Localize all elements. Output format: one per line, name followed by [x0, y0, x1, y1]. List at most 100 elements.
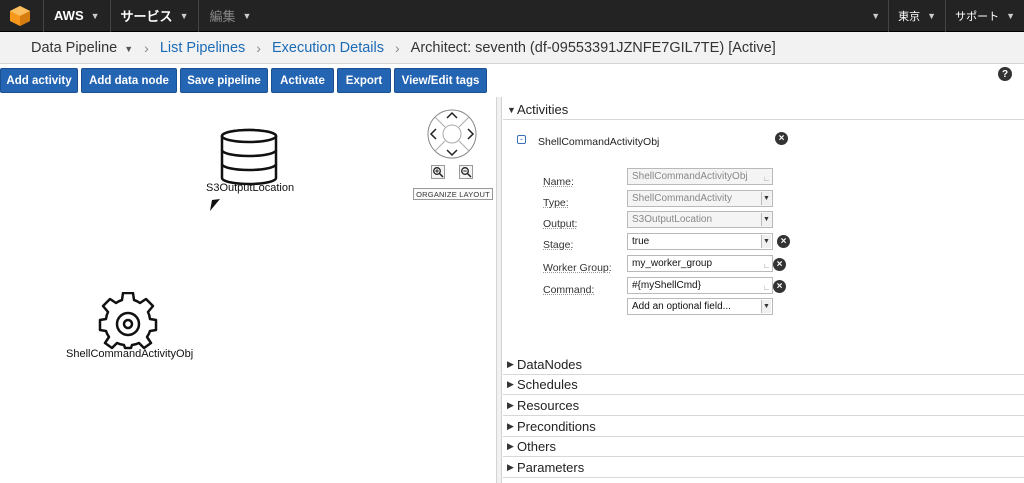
triangle-right-icon: ▶	[507, 379, 514, 389]
help-icon[interactable]: ?	[998, 67, 1012, 81]
breadcrumb-current-page: Architect: seventh (df-09553391JZNFE7GIL…	[410, 39, 776, 56]
dropdown-arrow-icon: ▼	[761, 192, 771, 205]
chevron-down-icon: ▼	[124, 43, 134, 54]
worker-group-label: Worker Group:	[543, 262, 612, 274]
activity-node-label[interactable]: ShellCommandActivityObj	[66, 348, 193, 360]
gear-icon[interactable]	[98, 292, 158, 352]
section-activities[interactable]: ▼ Activities	[503, 100, 1024, 120]
remove-command-icon[interactable]: ×	[773, 280, 786, 293]
section-datanodes-label: DataNodes	[517, 357, 583, 372]
export-button[interactable]: Export	[337, 68, 391, 93]
resize-grip-icon: ∟	[763, 263, 770, 270]
region-menu[interactable]: 東京 ▼	[888, 0, 945, 32]
breadcrumb-data-pipeline-label: Data Pipeline	[31, 39, 118, 56]
database-icon[interactable]	[219, 128, 279, 186]
type-select-value: ShellCommandActivity	[632, 193, 733, 204]
pan-navigator-icon[interactable]	[426, 108, 478, 160]
pipeline-canvas[interactable]: S3OutputLocation ORGANIZE LAYOUT ShellCo…	[0, 97, 496, 483]
worker-group-input[interactable]: my_worker_group ∟	[627, 255, 773, 272]
name-label: Name:	[543, 176, 574, 188]
dropdown-arrow-icon: ▼	[761, 213, 771, 226]
organize-layout-button[interactable]: ORGANIZE LAYOUT	[413, 188, 493, 200]
dropdown-arrow-icon: ▼	[761, 300, 771, 313]
resize-grip-icon: ∟	[763, 285, 770, 292]
view-edit-tags-button[interactable]: View/Edit tags	[394, 68, 487, 93]
section-parameters-label: Parameters	[517, 460, 585, 475]
section-others-label: Others	[517, 439, 557, 454]
chevron-down-icon: ▼	[927, 11, 937, 21]
save-pipeline-button[interactable]: Save pipeline	[180, 68, 268, 93]
worker-group-input-value: my_worker_group	[632, 258, 713, 269]
chevron-down-icon: ▼	[179, 10, 189, 21]
top-navigation-bar: AWS ▼ サービス ▼ 編集 ▼ ▼ 東京 ▼ サポート ▼	[0, 0, 1024, 32]
triangle-right-icon: ▶	[507, 421, 514, 431]
collapse-minus-icon[interactable]: -	[517, 135, 526, 144]
services-menu[interactable]: サービス ▼	[111, 0, 200, 32]
name-field: ShellCommandActivityObj ∟	[627, 168, 773, 185]
activate-button[interactable]: Activate	[271, 68, 334, 93]
aws-cube-icon[interactable]	[9, 5, 31, 27]
add-activity-button[interactable]: Add activity	[0, 68, 78, 93]
stage-select-value: true	[632, 236, 650, 247]
properties-panel: ▼ Activities - ShellCommandActivityObj ×…	[503, 97, 1024, 483]
type-select: ShellCommandActivity ▼	[627, 190, 773, 207]
services-menu-label: サービス	[120, 9, 173, 24]
breadcrumb-data-pipeline[interactable]: Data Pipeline ▼	[31, 40, 133, 56]
output-select-value: S3OutputLocation	[632, 214, 713, 225]
optional-field-select[interactable]: Add an optional field... ▼	[627, 298, 773, 315]
stage-select[interactable]: true ▼	[627, 233, 773, 250]
zoom-in-icon[interactable]	[431, 165, 445, 179]
top-nav-right: ▼ 東京 ▼ サポート ▼	[863, 0, 1024, 32]
remove-worker-group-icon[interactable]: ×	[773, 258, 786, 271]
add-data-node-button[interactable]: Add data node	[81, 68, 177, 93]
aws-menu-label: AWS	[54, 8, 84, 23]
chevron-down-icon: ▼	[871, 11, 881, 21]
section-preconditions[interactable]: ▶ Preconditions	[503, 417, 1024, 437]
optional-field-select-value: Add an optional field...	[632, 301, 731, 312]
support-menu-label: サポート	[955, 11, 1000, 23]
section-schedules[interactable]: ▶ Schedules	[503, 375, 1024, 395]
triangle-down-icon: ▼	[507, 104, 516, 115]
command-input[interactable]: #{myShellCmd} ∟	[627, 277, 773, 294]
region-menu-label: 東京	[898, 11, 921, 23]
support-menu[interactable]: サポート ▼	[945, 0, 1024, 32]
triangle-right-icon: ▶	[507, 359, 514, 369]
remove-stage-icon[interactable]: ×	[777, 235, 790, 248]
panel-splitter[interactable]	[496, 97, 502, 483]
output-label: Output:	[543, 218, 578, 230]
section-resources[interactable]: ▶ Resources	[503, 396, 1024, 416]
breadcrumb-list-pipelines[interactable]: List Pipelines	[160, 40, 245, 56]
pipeline-toolbar: Add activity Add data node Save pipeline…	[0, 68, 490, 93]
section-parameters[interactable]: ▶ Parameters	[503, 458, 1024, 478]
chevron-right-icon: ›	[394, 39, 400, 56]
cursor-arrow-icon	[210, 199, 220, 211]
breadcrumb: Data Pipeline ▼ › List Pipelines › Execut…	[0, 32, 1024, 64]
edit-menu-label: 編集	[209, 9, 236, 24]
section-preconditions-label: Preconditions	[517, 419, 596, 434]
triangle-right-icon: ▶	[507, 462, 514, 472]
triangle-right-icon: ▶	[507, 400, 514, 410]
section-datanodes[interactable]: ▶ DataNodes	[503, 355, 1024, 375]
output-select[interactable]: S3OutputLocation ▼	[627, 211, 773, 228]
resize-grip-icon: ∟	[763, 176, 770, 183]
name-field-value: ShellCommandActivityObj	[632, 171, 748, 182]
zoom-out-icon[interactable]	[459, 165, 473, 179]
account-menu[interactable]: ▼	[863, 0, 888, 32]
type-label: Type:	[543, 197, 569, 209]
chevron-right-icon: ›	[256, 39, 261, 56]
chevron-down-icon: ▼	[90, 10, 100, 21]
aws-menu[interactable]: AWS ▼	[43, 0, 111, 32]
command-input-value: #{myShellCmd}	[632, 280, 701, 291]
breadcrumb-execution-details[interactable]: Execution Details	[272, 40, 384, 56]
stage-label: Stage:	[543, 239, 574, 251]
object-title: ShellCommandActivityObj	[538, 136, 660, 148]
section-schedules-label: Schedules	[517, 377, 578, 392]
edit-menu[interactable]: 編集 ▼	[199, 0, 261, 32]
chevron-down-icon: ▼	[1006, 11, 1015, 21]
chevron-down-icon: ▼	[242, 10, 252, 21]
section-resources-label: Resources	[517, 398, 580, 413]
delete-object-icon[interactable]: ×	[775, 132, 788, 145]
command-label: Command:	[543, 284, 595, 296]
data-node-label[interactable]: S3OutputLocation	[206, 182, 294, 194]
section-others[interactable]: ▶ Others	[503, 437, 1024, 457]
